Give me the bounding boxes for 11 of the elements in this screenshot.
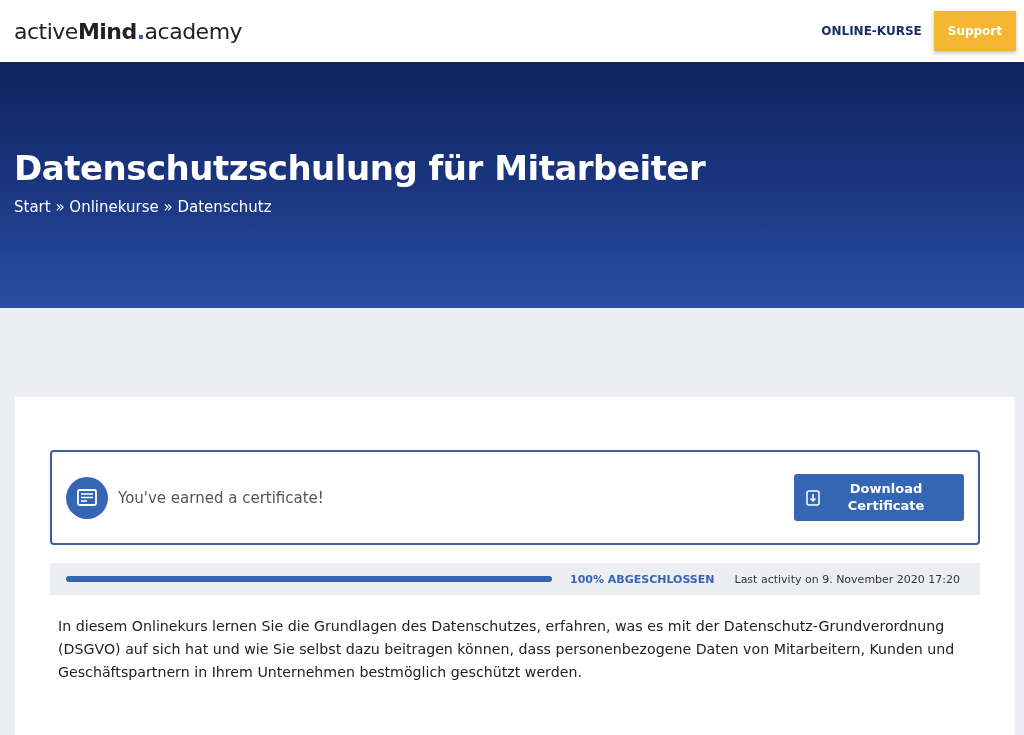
download-certificate-button[interactable]: Download Certificate [794, 474, 964, 521]
nav-link[interactable]: ONLINE-KURSE [821, 24, 922, 38]
download-icon [806, 489, 820, 506]
certificate-message: You've earned a certificate! [118, 488, 324, 507]
certificate-icon [66, 476, 108, 519]
progress-label: 100% ABGESCHLOSSEN [570, 572, 715, 586]
page-title: Datenschutzschulung für Mitarbeiter [14, 148, 707, 188]
logo[interactable]: activeMind.academy [14, 18, 243, 44]
course-description: In diesem Onlinekurs lernen Sie die Grundlagen des Datenschutzes, erfahren, was es mit der Datenschutz-Grundverordnung (DSGVO) auf sich hat und wie Sie selbst dazu beitragen können, dass personenbezogene Daten von Mitarbeitern, Kunden und Geschäftspartnern in Ihrem Unternehmen bestmöglich geschützt werden. [58, 617, 956, 682]
last-activity: Last activity on 9. November 2020 17:20 [734, 572, 961, 586]
breadcrumb: Start » Onlinekurse » Datenschutz [14, 198, 273, 216]
